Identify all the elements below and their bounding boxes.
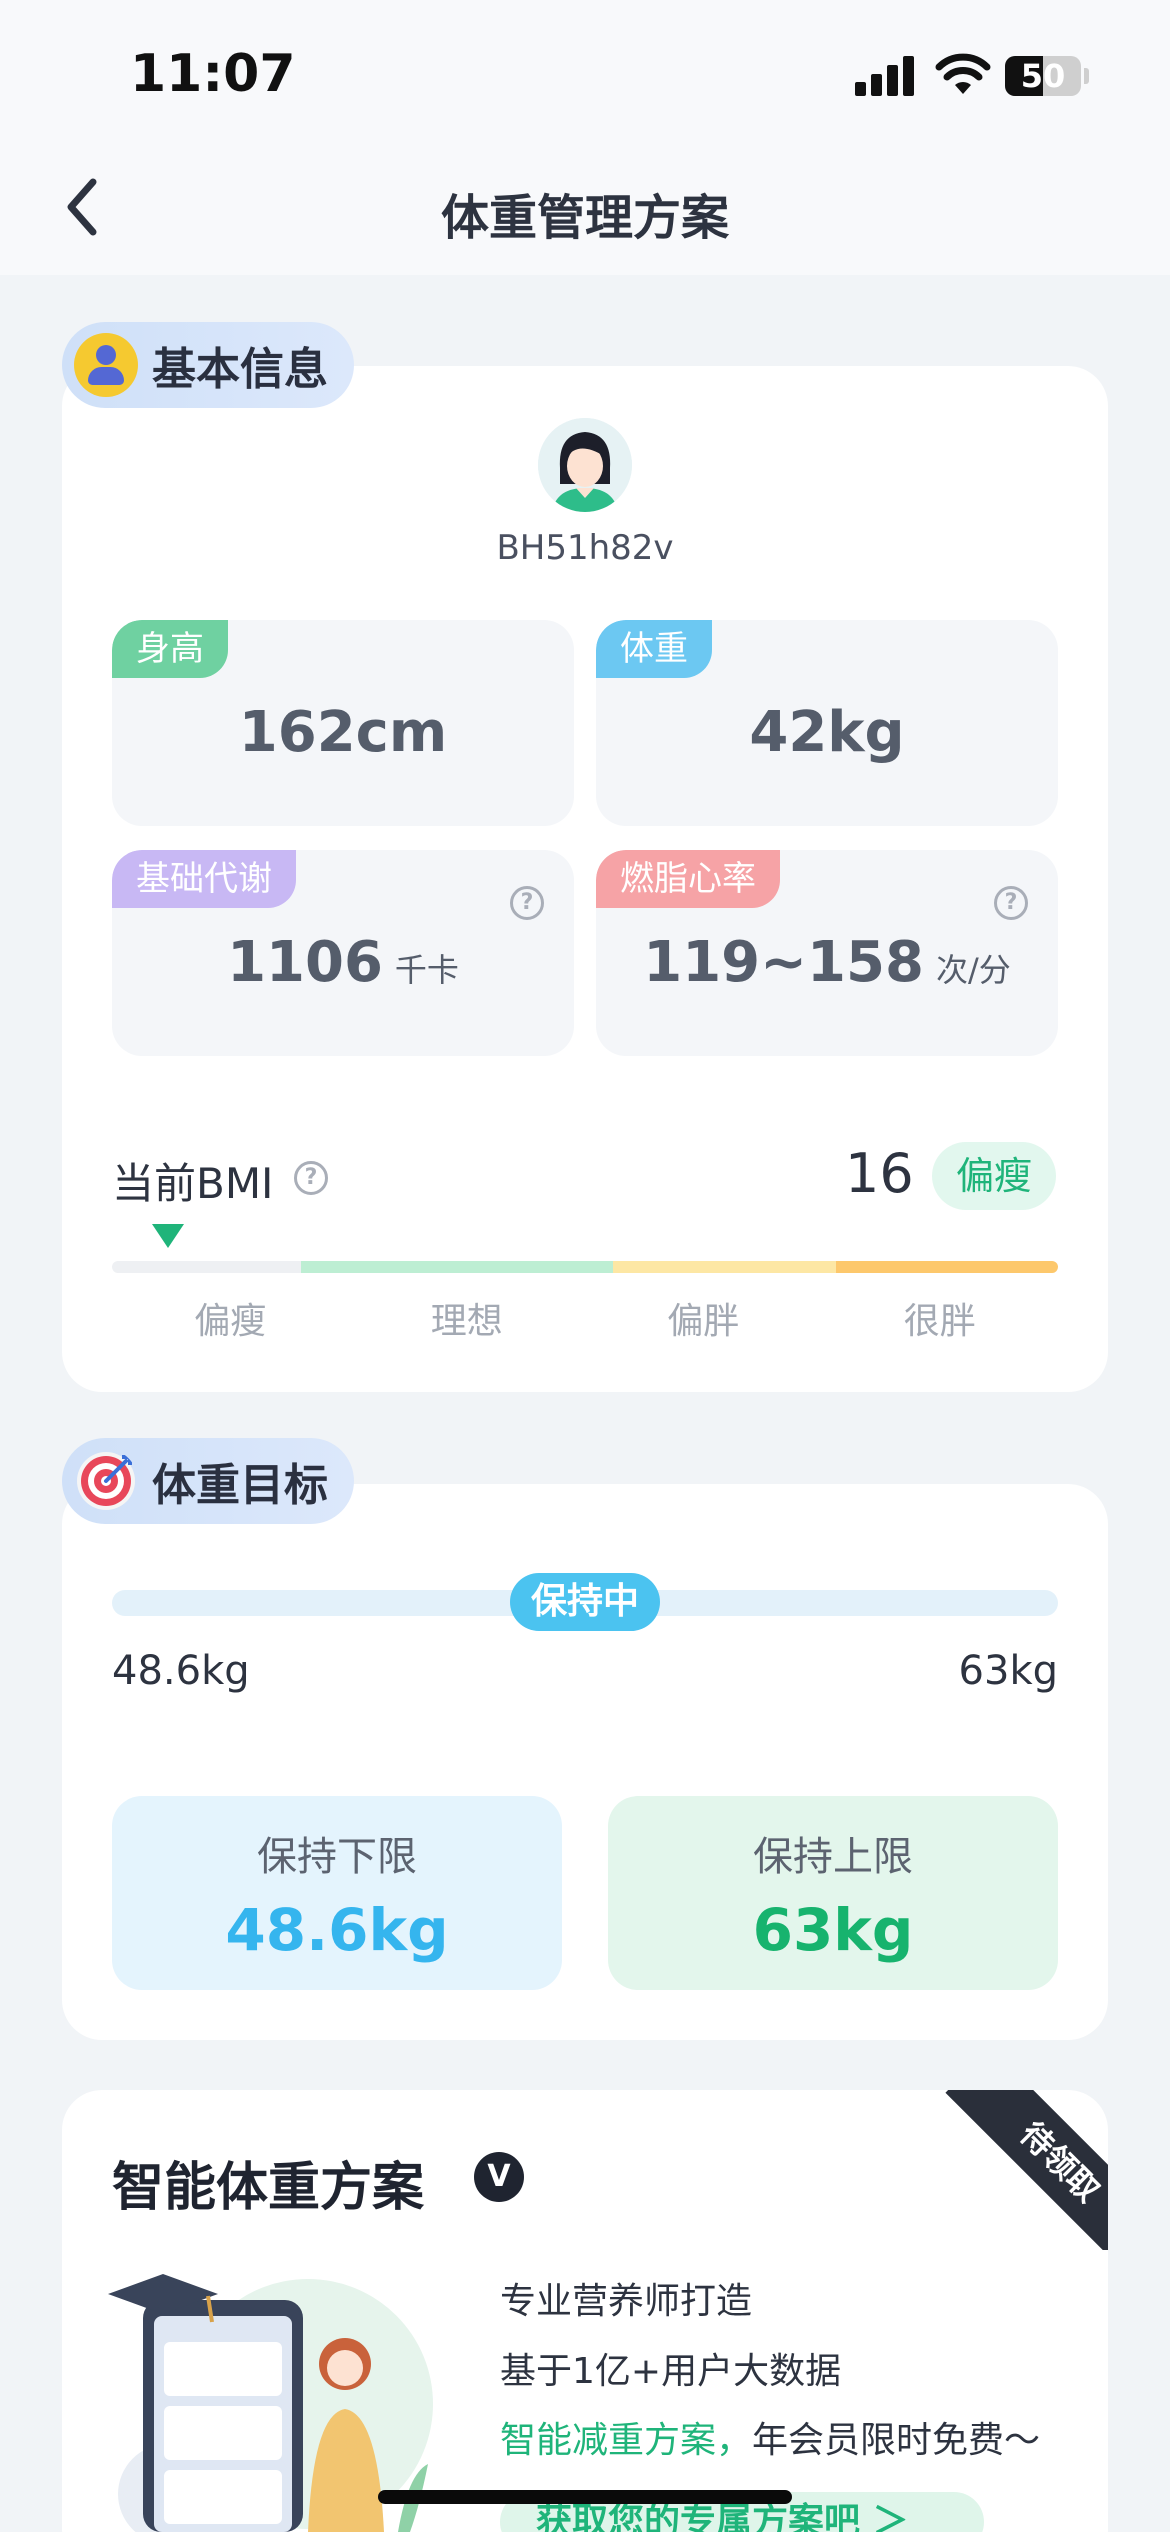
battery-icon: 50 <box>1005 56 1081 96</box>
bmi-scale-label: 偏瘦 <box>194 1301 267 1342</box>
weight-goal-badge: 体重目标 <box>62 1438 354 1524</box>
goal-range-min: 48.6kg <box>112 1648 250 1694</box>
stat-bmr-value: 1106 千卡 <box>227 930 459 995</box>
maintain-upper-limit-box: 保持上限 63kg <box>608 1796 1058 1990</box>
help-icon[interactable]: ? <box>510 886 544 920</box>
goal-range-max: 63kg <box>958 1648 1058 1694</box>
stat-fat-burn-hr-unit: 次/分 <box>935 951 1011 989</box>
plan-line-2: 基于1亿+用户大数据 <box>500 2351 842 2392</box>
stat-height: 身高 162cm <box>112 620 574 826</box>
target-icon <box>77 1452 135 1510</box>
avatar[interactable] <box>538 418 632 512</box>
stat-fat-burn-hr-label: 燃脂心率 <box>596 850 780 908</box>
bmi-scale-segment <box>835 1261 1058 1273</box>
plan-line-3: 智能减重方案，年会员限时免费～ <box>500 2411 1040 2463</box>
pending-ribbon: 待领取 <box>900 2090 1108 2250</box>
stat-height-value: 162cm <box>238 700 448 765</box>
bmi-scale-segment <box>301 1261 614 1273</box>
bmi-value: 16 <box>845 1142 914 1205</box>
bmi-pointer-icon <box>152 1224 184 1248</box>
plan-line-3-rest: 年会员限时免费～ <box>752 2420 1041 2461</box>
stat-height-label: 身高 <box>112 620 228 678</box>
stat-bmr-label: 基础代谢 <box>112 850 296 908</box>
basic-info-title: 基本信息 <box>152 344 328 395</box>
bmi-scale-label: 偏胖 <box>667 1301 740 1342</box>
bmi-help-icon[interactable]: ? <box>294 1161 328 1195</box>
stat-bmr-unit: 千卡 <box>394 951 459 989</box>
home-indicator <box>378 2490 792 2504</box>
bmi-scale-bar <box>112 1261 1058 1273</box>
weight-goal-title: 体重目标 <box>152 1460 328 1511</box>
status-bar: 11:07 50 <box>0 0 1170 150</box>
status-time: 11:07 <box>130 44 296 104</box>
maintain-lower-label: 保持下限 <box>257 1834 417 1880</box>
cellular-signal-icon <box>855 54 917 96</box>
stat-weight-label: 体重 <box>596 620 712 678</box>
wifi-icon <box>935 53 991 94</box>
maintain-lower-limit-box: 保持下限 48.6kg <box>112 1796 562 1990</box>
stat-weight: 体重 42kg <box>596 620 1058 826</box>
pending-badge: 待领取 <box>945 2090 1108 2250</box>
stat-fat-burn-hr: 燃脂心率 ? 119~158 次/分 <box>596 850 1058 1056</box>
smart-plan-title: 智能体重方案 <box>112 2158 425 2218</box>
stat-fat-burn-hr-value: 119~158 次/分 <box>643 930 1011 995</box>
maintain-upper-label: 保持上限 <box>753 1834 913 1880</box>
user-icon <box>74 333 138 397</box>
nav-bar: 体重管理方案 <box>0 150 1170 275</box>
basic-info-badge: 基本信息 <box>62 322 354 408</box>
battery-level: 50 <box>1020 57 1066 95</box>
stat-bmr: 基础代谢 ? 1106 千卡 <box>112 850 574 1056</box>
plan-line-1: 专业营养师打造 <box>500 2281 753 2322</box>
username: BH51h82v <box>496 528 674 568</box>
bmi-scale-label: 理想 <box>430 1301 503 1342</box>
help-icon[interactable]: ? <box>994 886 1028 920</box>
maintain-lower-value: 48.6kg <box>225 1896 449 1964</box>
bmi-status-badge: 偏瘦 <box>932 1142 1057 1210</box>
page-title: 体重管理方案 <box>440 190 729 246</box>
plan-highlight: 智能减重方案， <box>500 2420 753 2461</box>
maintain-upper-value: 63kg <box>752 1896 914 1964</box>
vip-icon: V <box>474 2152 524 2202</box>
bmi-scale-label: 很胖 <box>903 1301 976 1342</box>
battery-tip <box>1084 68 1089 84</box>
stat-weight-value: 42kg <box>749 700 905 765</box>
bmi-label: 当前BMI <box>112 1159 274 1208</box>
bmi-scale-segment <box>112 1261 302 1273</box>
goal-status-pill: 保持中 <box>510 1573 660 1631</box>
bmi-scale-segment <box>613 1261 836 1273</box>
avatar-illustration <box>538 418 632 512</box>
bmi-scale-labels: 偏瘦 理想 偏胖 很胖 <box>112 1292 1058 1344</box>
